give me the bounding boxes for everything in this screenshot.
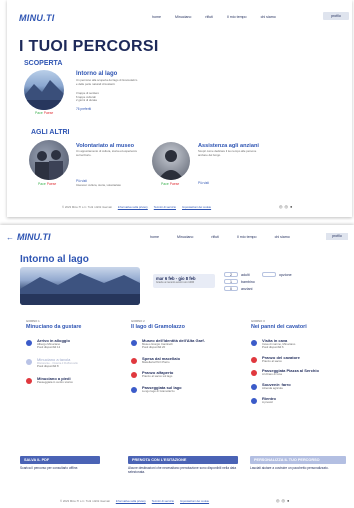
status-dot-icon	[251, 383, 257, 390]
badges: Pace Paese	[35, 111, 54, 115]
status-dot-icon	[131, 386, 137, 393]
page-title: Intorno al lago	[20, 254, 89, 265]
adults-select[interactable]: 2	[224, 272, 238, 277]
status-dot-icon	[131, 372, 137, 379]
badges: Pace Paese	[161, 182, 180, 186]
privacy-link[interactable]: Informativa sulla privacy	[118, 205, 148, 209]
list-item[interactable]: Visita in cava Cava di marmo, Minuciano Po…	[251, 338, 346, 350]
back-arrow-icon[interactable]: ←	[6, 233, 14, 242]
profile-button[interactable]: profilo	[323, 12, 349, 20]
save-pdf-button[interactable]: SALVA IL PDF	[20, 456, 100, 464]
nav-chi-siamo[interactable]: chi siamo	[261, 15, 276, 19]
action-book: PRENOTA CON L'ESITAZIONE Alcune destinaz…	[128, 456, 238, 474]
bottom-page: ← MINU.TI home Minuciano rifiuti Il mio …	[0, 225, 354, 508]
day-title: Minuciano da gustare	[26, 323, 82, 330]
logo[interactable]: MINU.TI	[17, 232, 51, 242]
nav-rifiuti[interactable]: rifiuti	[211, 235, 219, 239]
list-item[interactable]: Pranzo alfaperto Pranzo al sacco sul lago	[131, 370, 241, 379]
section-scoperta: SCOPERTA	[24, 60, 63, 67]
day-title: Nei panni dei cavatori	[251, 323, 307, 330]
list-item[interactable]: Spesa dal macellaio Macelleria Pizzi Piet…	[131, 356, 241, 365]
option-select[interactable]: opzione	[262, 272, 292, 277]
list-item[interactable]: Passeggiata Piazza al Serchio Al chiaro d…	[251, 368, 346, 377]
social-icons[interactable]: ◎◎●	[279, 204, 294, 209]
footer: © 2023 Minu.TI s.r.l. Tutti i diritti ri…	[60, 499, 210, 503]
social-icons[interactable]: ◎◎●	[276, 498, 291, 503]
privacy-link[interactable]: Informativa sulla privacy	[116, 499, 146, 503]
terms-link[interactable]: Termini di servizio	[152, 499, 174, 503]
elderly-select[interactable]: 0	[224, 286, 238, 291]
list-item[interactable]: Rientro A presto!	[251, 396, 346, 405]
status-dot-icon	[26, 358, 32, 365]
status-dot-icon	[251, 397, 257, 404]
people-icon	[35, 150, 63, 180]
card-image-museo[interactable]	[29, 140, 69, 180]
list-item[interactable]: Souvenir: farro Azienda agricola	[251, 382, 346, 391]
day-column: GIORNO 2 Il lago di Gramolazzo Museo del…	[131, 319, 241, 394]
card-image-anziani[interactable]	[152, 142, 190, 180]
top-nav: home Minuciano rifiuti Il mio tempo chi …	[152, 15, 312, 19]
status-dot-icon	[251, 339, 257, 346]
card-image-lago[interactable]	[24, 70, 64, 110]
nav-rifiuti[interactable]: rifiuti	[205, 15, 213, 19]
section-altri: AGLI ALTRI	[31, 129, 70, 136]
card-desc: Scopri come dedicare il tuo tempo alle p…	[198, 149, 257, 157]
card-sub: Interessi: cultura, storia, volontariato	[76, 183, 121, 187]
list-item[interactable]: Passeggiata sul lago Lungo lago di Gramol…	[131, 385, 241, 394]
status-dot-icon	[26, 377, 32, 384]
status-dot-icon	[26, 339, 32, 346]
profile-button[interactable]: profilo	[326, 233, 348, 240]
list-item[interactable]: Minuciano a tavola Ristorante - Osteria i…	[26, 357, 121, 369]
badges: Pace Paese	[38, 182, 57, 186]
mountain-icon	[24, 80, 64, 110]
nav-home[interactable]: home	[150, 235, 159, 239]
action-pdf: SALVA IL PDF Scarica il percorso per con…	[20, 456, 100, 471]
card-link[interactable]: Più visti	[198, 181, 209, 185]
top-nav: home Minuciano rifiuti Il mio tempo chi …	[150, 235, 290, 239]
list-item[interactable]: Minuciano a piedi Passeggiata in centro s…	[26, 376, 121, 385]
action-customize: PERSONALIZZA IL TUO PERCORSO Lasciati ai…	[250, 456, 346, 471]
book-button[interactable]: PRENOTA CON L'ESITAZIONE	[128, 456, 238, 464]
cookie-link[interactable]: Impostazioni dei cookie	[182, 205, 211, 209]
nav-il-mio-tempo[interactable]: Il mio tempo	[237, 235, 257, 239]
status-dot-icon	[251, 370, 257, 377]
cookie-link[interactable]: Impostazioni dei cookie	[180, 499, 209, 503]
status-dot-icon	[131, 339, 137, 346]
children-select[interactable]: 1	[224, 279, 238, 284]
date-selector[interactable]: mar 6 feb - gio 8 feb Grazie ai recenti …	[153, 274, 215, 288]
nav-home[interactable]: home	[152, 15, 161, 19]
people-selectors: 2 adulti 1 bambino 0 anziani	[224, 272, 255, 291]
hero-image	[20, 267, 140, 305]
logo[interactable]: MINU.TI	[19, 13, 55, 23]
page-title: I TUOI PERCORSI	[19, 38, 159, 55]
card-meta: 3 tappe di sentiero 6 tappe culturali 2 gi…	[76, 91, 100, 103]
status-dot-icon	[251, 356, 257, 363]
day-column: GIORNO 3 Nei panni dei cavatori Visita i…	[251, 319, 346, 405]
status-dot-icon	[131, 357, 137, 364]
top-page: MINU.TI home Minuciano rifiuti Il mio te…	[7, 0, 352, 217]
day-items: Arrivo in alloggio Albergo Minuciano Posti…	[26, 338, 121, 385]
list-item[interactable]: Arrivo in alloggio Albergo Minuciano Posti…	[26, 338, 121, 350]
day-title: Il lago di Gramolazzo	[131, 323, 185, 330]
nav-minuciano[interactable]: Minuciano	[175, 15, 191, 19]
lake-image-icon	[20, 273, 140, 305]
customize-button[interactable]: PERSONALIZZA IL TUO PERCORSO	[250, 456, 346, 464]
nav-chi-siamo[interactable]: chi siamo	[275, 235, 290, 239]
card-desc: Un appuntamento di cultura, storia ed es…	[76, 149, 138, 157]
likes[interactable]: 76 preferiti	[76, 107, 91, 111]
list-item[interactable]: Museo dell'Identità dell'Alta Garf. Museo…	[131, 338, 241, 350]
person-icon	[158, 150, 184, 180]
nav-il-mio-tempo[interactable]: Il mio tempo	[227, 15, 247, 19]
card-desc: Un percorso alla scoperta del lago di Gr…	[76, 78, 138, 86]
terms-link[interactable]: Termini di servizio	[154, 205, 176, 209]
day-column: GIORNO 1 Minuciano da gustare Arrivo in …	[26, 319, 121, 385]
card-title[interactable]: Intorno al lago	[76, 71, 117, 77]
nav-minuciano[interactable]: Minuciano	[177, 235, 193, 239]
footer: © 2023 Minu.TI s.r.l. Tutti i diritti ri…	[62, 205, 212, 209]
list-item[interactable]: Pranzo del cavatore Pranzo al sacco	[251, 355, 346, 364]
